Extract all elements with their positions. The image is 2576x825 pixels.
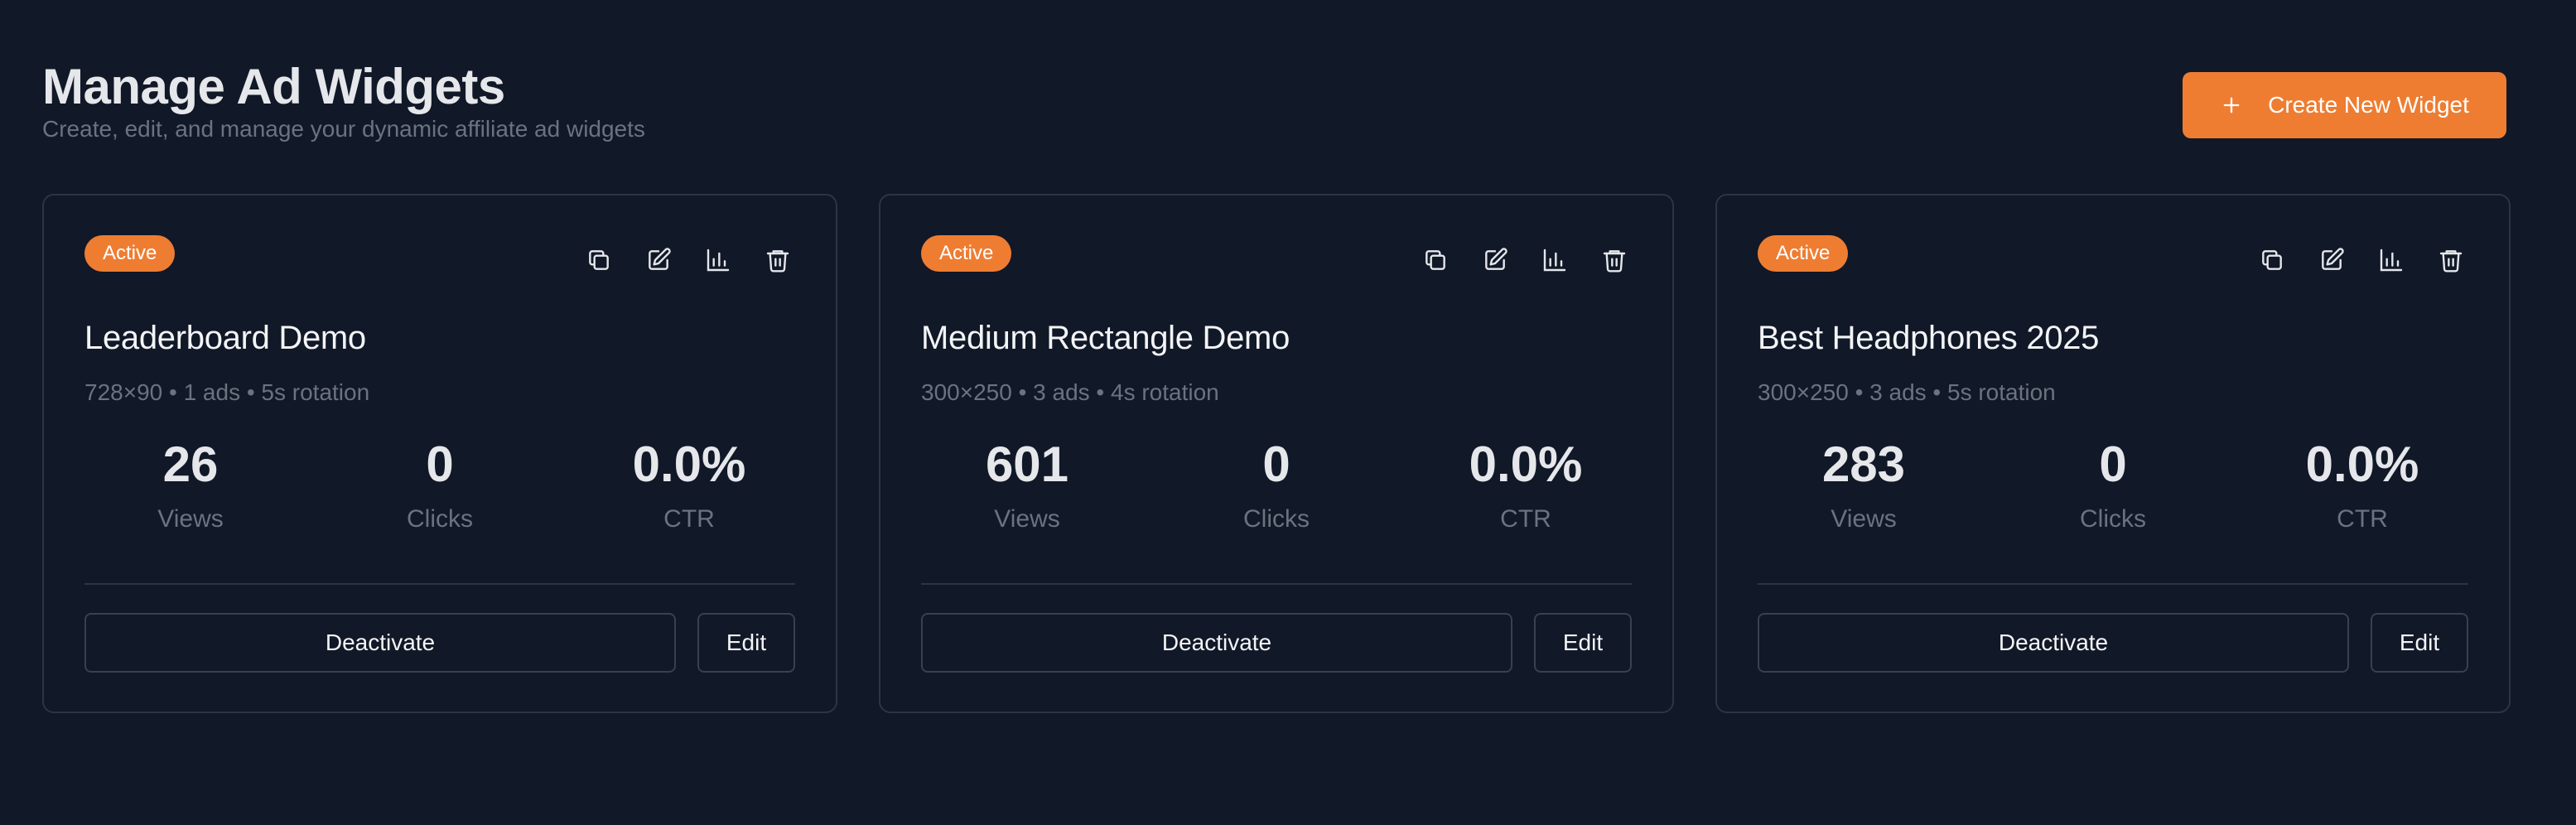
widget-card: Active Leaderboard Demo 728×90 • 1 ads •… [42,194,837,713]
widget-stats: 283 Views 0 Clicks 0.0% CTR [1758,436,2468,533]
widget-card: Active Best Headphones 2025 300×250 • 3 … [1715,194,2511,713]
stat-label: Views [994,505,1060,533]
divider [1758,583,2468,585]
stat-value: 0.0% [632,437,746,492]
edit-button[interactable]: Edit [1534,613,1632,673]
trash-icon[interactable] [763,245,793,275]
stat-label: Clicks [407,505,473,533]
stat-value: 0 [426,437,454,492]
card-actions [2257,245,2466,275]
edit-icon[interactable] [1480,245,1510,275]
status-badge: Active [84,235,176,272]
stat-label: Views [157,505,224,533]
widget-card: Active Medium Rectangle Demo 300×250 • 3… [879,194,1674,713]
stat-views: 26 Views [84,436,297,533]
stat-ctr: 0.0% CTR [583,436,795,533]
trash-icon[interactable] [2436,245,2466,275]
page-header: Manage Ad Widgets Create, edit, and mana… [42,56,2506,147]
stat-label: Clicks [1243,505,1310,533]
widget-meta: 300×250 • 3 ads • 5s rotation [1758,379,2056,405]
widget-stats: 601 Views 0 Clicks 0.0% CTR [921,436,1632,533]
stat-label: Clicks [2080,505,2146,533]
stat-value: 0 [1262,437,1290,492]
copy-icon[interactable] [1421,245,1450,275]
stat-views: 601 Views [921,436,1133,533]
card-button-row: Deactivate Edit [1758,613,2468,673]
status-badge: Active [1758,235,1849,272]
card-button-row: Deactivate Edit [84,613,795,673]
stat-ctr: 0.0% CTR [2256,436,2468,533]
card-actions [1421,245,1629,275]
page-title: Manage Ad Widgets [42,59,505,114]
trash-icon[interactable] [1599,245,1629,275]
analytics-icon[interactable] [1540,245,1570,275]
deactivate-button[interactable]: Deactivate [84,613,676,673]
stat-value: 0.0% [2305,437,2419,492]
widget-meta: 728×90 • 1 ads • 5s rotation [84,379,370,405]
stat-label: Views [1831,505,1897,533]
widget-meta: 300×250 • 3 ads • 4s rotation [921,379,1219,405]
stat-label: CTR [1500,505,1551,533]
edit-button[interactable]: Edit [2371,613,2468,673]
copy-icon[interactable] [584,245,614,275]
widget-stats: 26 Views 0 Clicks 0.0% CTR [84,436,795,533]
card-actions [584,245,793,275]
plus-icon [2223,97,2240,113]
stat-value: 0.0% [1469,437,1583,492]
stat-clicks: 0 Clicks [1170,436,1382,533]
stat-label: CTR [2337,505,2388,533]
stat-clicks: 0 Clicks [334,436,546,533]
card-button-row: Deactivate Edit [921,613,1632,673]
stat-value: 26 [162,437,219,492]
deactivate-button[interactable]: Deactivate [1758,613,2349,673]
stat-clicks: 0 Clicks [2007,436,2219,533]
edit-button[interactable]: Edit [697,613,795,673]
widget-card-list: Active Leaderboard Demo 728×90 • 1 ads •… [42,194,2511,713]
create-new-widget-label: Create New Widget [2268,92,2469,118]
analytics-icon[interactable] [2376,245,2406,275]
divider [84,583,795,585]
analytics-icon[interactable] [703,245,733,275]
stat-value: 601 [985,437,1069,492]
stat-label: CTR [663,505,715,533]
edit-icon[interactable] [644,245,673,275]
page-subtitle: Create, edit, and manage your dynamic af… [42,116,645,142]
status-badge: Active [921,235,1012,272]
deactivate-button[interactable]: Deactivate [921,613,1512,673]
widget-title: Leaderboard Demo [84,320,366,356]
stat-value: 283 [1821,437,1906,492]
widget-title: Best Headphones 2025 [1758,320,2100,356]
page: Manage Ad Widgets Create, edit, and mana… [0,0,2576,825]
stat-views: 283 Views [1758,436,1970,533]
widget-title: Medium Rectangle Demo [921,320,1290,356]
stat-ctr: 0.0% CTR [1420,436,1632,533]
create-new-widget-button[interactable]: Create New Widget [2183,72,2506,138]
edit-icon[interactable] [2317,245,2347,275]
stat-value: 0 [2099,437,2127,492]
copy-icon[interactable] [2257,245,2287,275]
divider [921,583,1632,585]
